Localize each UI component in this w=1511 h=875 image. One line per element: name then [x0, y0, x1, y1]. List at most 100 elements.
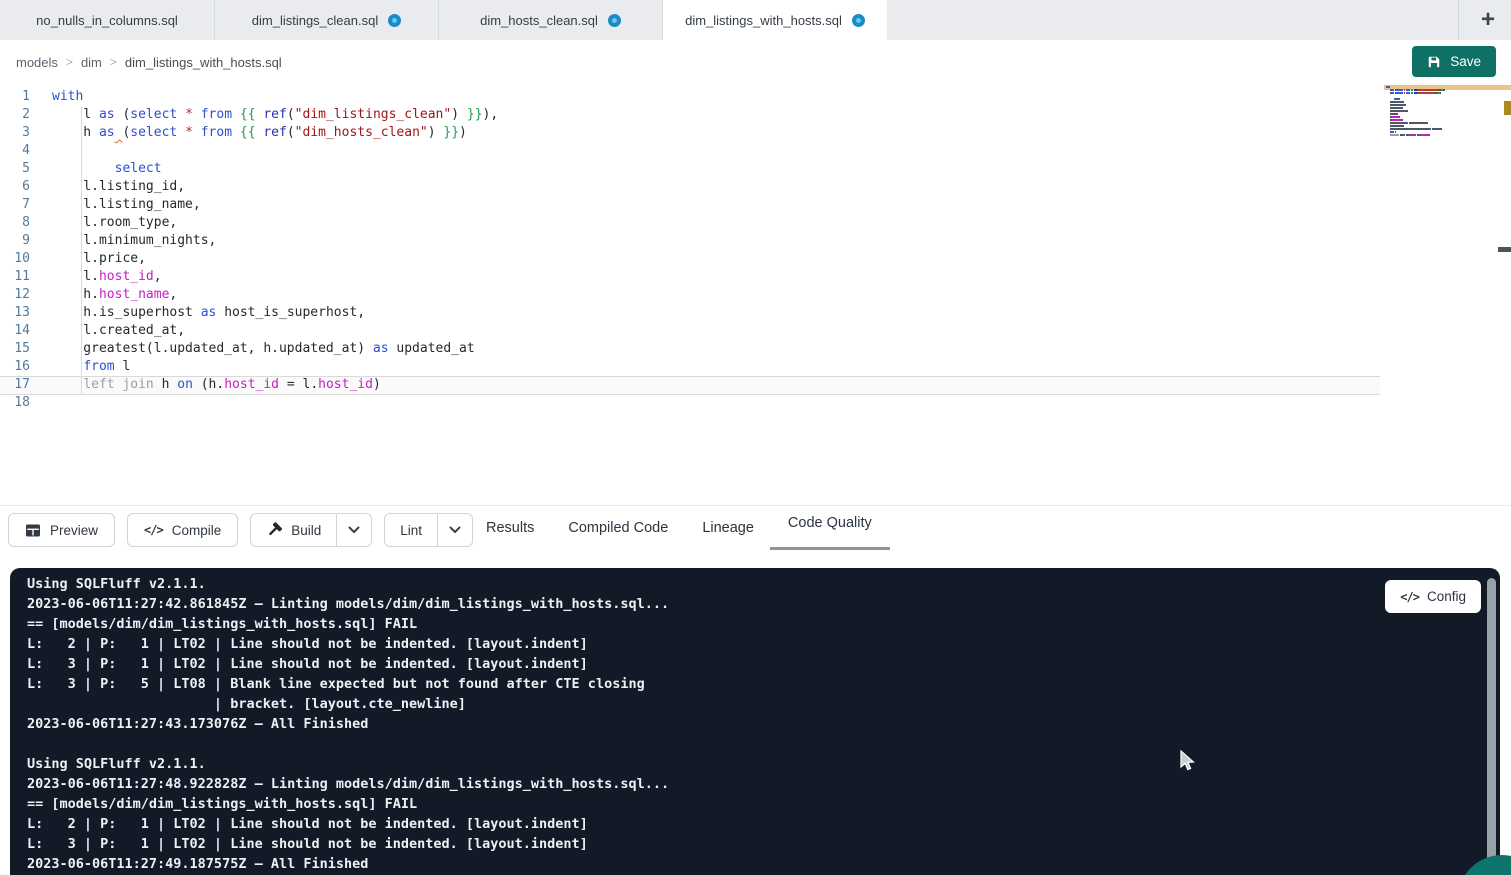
code-line [52, 394, 1381, 412]
line-number: 6 [0, 178, 30, 196]
results-tab-code-quality[interactable]: Code Quality [780, 506, 880, 550]
terminal-line: L: 2 | P: 1 | LT02 | Line should not be … [27, 634, 669, 654]
code-line: l.listing_id, [52, 178, 1381, 196]
terminal-line: == [models/dim/dim_listings_with_hosts.s… [27, 614, 669, 634]
results-tab-results[interactable]: Results [478, 506, 542, 550]
new-tab-area: + [1458, 0, 1511, 40]
editor-tab[interactable]: no_nulls_in_columns.sql [0, 0, 215, 40]
terminal-line: 2023-06-06T11:27:43.173076Z — All Finish… [27, 714, 669, 734]
chevron-down-icon [449, 526, 461, 534]
unsaved-dot-icon[interactable] [852, 14, 865, 27]
code-line: greatest(l.updated_at, h.updated_at) as … [52, 340, 1381, 358]
code-line: h.host_name, [52, 286, 1381, 304]
minimap-line [1386, 137, 1466, 139]
editor-tab[interactable]: dim_listings_clean.sql [215, 0, 439, 40]
result-tabs: Results Compiled Code Lineage Code Quality [478, 506, 880, 550]
lint-label: Lint [400, 523, 422, 538]
line-number: 18 [0, 394, 30, 412]
code-line: l.room_type, [52, 214, 1381, 232]
minimap-line [1386, 95, 1466, 97]
minimap-line [1386, 110, 1466, 112]
line-number: 5 [0, 160, 30, 178]
terminal-line [27, 734, 669, 754]
config-button[interactable]: </> Config [1385, 580, 1481, 613]
breadcrumb-item[interactable]: dim_listings_with_hosts.sql [125, 55, 282, 70]
minimap-line [1386, 104, 1466, 106]
line-number: 10 [0, 250, 30, 268]
minimap[interactable] [1386, 86, 1466, 140]
terminal-line: L: 3 | P: 1 | LT02 | Line should not be … [27, 834, 669, 854]
line-number: 2 [0, 106, 30, 124]
terminal-line: 2023-06-06T11:27:42.861845Z — Linting mo… [27, 594, 669, 614]
compile-label: Compile [172, 523, 222, 538]
line-number: 15 [0, 340, 30, 358]
code-line [52, 142, 1381, 160]
action-toolbar: Preview </> Compile Build Lint [8, 513, 473, 547]
minimap-line [1386, 125, 1466, 127]
code-brackets-icon: </> [144, 523, 163, 537]
build-dropdown-button[interactable] [337, 514, 371, 546]
results-tab-lineage[interactable]: Lineage [694, 506, 762, 550]
new-tab-button[interactable]: + [1473, 5, 1503, 35]
lint-dropdown-button[interactable] [438, 514, 472, 546]
breadcrumb-separator-icon: > [110, 55, 117, 69]
editor-tab[interactable]: dim_hosts_clean.sql [439, 0, 663, 40]
minimap-line [1386, 101, 1466, 103]
terminal-line: 2023-06-06T11:27:49.187575Z — All Finish… [27, 854, 669, 874]
breadcrumb: models > dim > dim_listings_with_hosts.sql [16, 55, 282, 70]
editor-tab[interactable]: dim_listings_with_hosts.sql [663, 0, 887, 40]
unsaved-dot-icon[interactable] [388, 14, 401, 27]
minimap-line [1386, 116, 1466, 118]
line-number: 14 [0, 322, 30, 340]
minimap-line [1386, 134, 1466, 136]
results-tab-compiled-code[interactable]: Compiled Code [560, 506, 676, 550]
code-area[interactable]: with l as (select * from {{ ref("dim_lis… [52, 88, 1381, 412]
lint-split-button: Lint [384, 513, 473, 547]
code-line: with [52, 88, 1381, 106]
code-editor[interactable]: 123456789101112131415161718 with l as (s… [0, 84, 1511, 505]
code-line: l as (select * from {{ ref("dim_listings… [52, 106, 1381, 124]
code-line: h as (select * from {{ ref("dim_hosts_cl… [52, 124, 1381, 142]
minimap-line [1386, 113, 1466, 115]
minimap-line [1386, 122, 1466, 124]
line-number: 7 [0, 196, 30, 214]
unsaved-dot-icon[interactable] [608, 14, 621, 27]
code-line: l.host_id, [52, 268, 1381, 286]
terminal-line: 2023-06-06T11:27:48.922828Z — Linting mo… [27, 774, 669, 794]
build-label: Build [291, 523, 321, 538]
terminal-line: Using SQLFluff v2.1.1. [27, 574, 669, 594]
code-line: select [52, 160, 1381, 178]
terminal-line: L: 2 | P: 1 | LT02 | Line should not be … [27, 814, 669, 834]
line-number: 12 [0, 286, 30, 304]
tab-label: dim_listings_clean.sql [252, 13, 378, 28]
tab-label: no_nulls_in_columns.sql [36, 13, 178, 28]
line-number: 1 [0, 88, 30, 106]
code-line: l.price, [52, 250, 1381, 268]
overview-ruler-cursor-marker [1498, 247, 1511, 252]
breadcrumb-item[interactable]: models [16, 55, 58, 70]
tab-bar: no_nulls_in_columns.sql dim_listings_clea… [0, 0, 1511, 40]
build-button[interactable]: Build [251, 514, 336, 546]
minimap-line [1386, 98, 1466, 100]
code-line: l.listing_name, [52, 196, 1381, 214]
breadcrumb-item[interactable]: dim [81, 55, 102, 70]
code-line: l.created_at, [52, 322, 1381, 340]
terminal-line: L: 3 | P: 5 | LT08 | Blank line expected… [27, 674, 669, 694]
preview-button[interactable]: Preview [8, 513, 115, 547]
line-number: 8 [0, 214, 30, 232]
code-line: h.is_superhost as host_is_superhost, [52, 304, 1381, 322]
line-number: 13 [0, 304, 30, 322]
lint-button[interactable]: Lint [385, 514, 437, 546]
save-button[interactable]: Save [1412, 46, 1496, 77]
breadcrumb-separator-icon: > [66, 55, 73, 69]
minimap-line [1386, 92, 1466, 94]
tab-list: no_nulls_in_columns.sql dim_listings_clea… [0, 0, 887, 40]
terminal-scrollbar[interactable] [1487, 578, 1496, 870]
save-icon [1427, 55, 1441, 69]
minimap-line [1386, 128, 1466, 130]
terminal-line: == [models/dim/dim_listings_with_hosts.s… [27, 794, 669, 814]
minimap-line [1386, 119, 1466, 121]
compile-button[interactable]: </> Compile [127, 513, 238, 547]
overview-ruler-warning-marker [1504, 101, 1511, 115]
line-number: 4 [0, 142, 30, 160]
